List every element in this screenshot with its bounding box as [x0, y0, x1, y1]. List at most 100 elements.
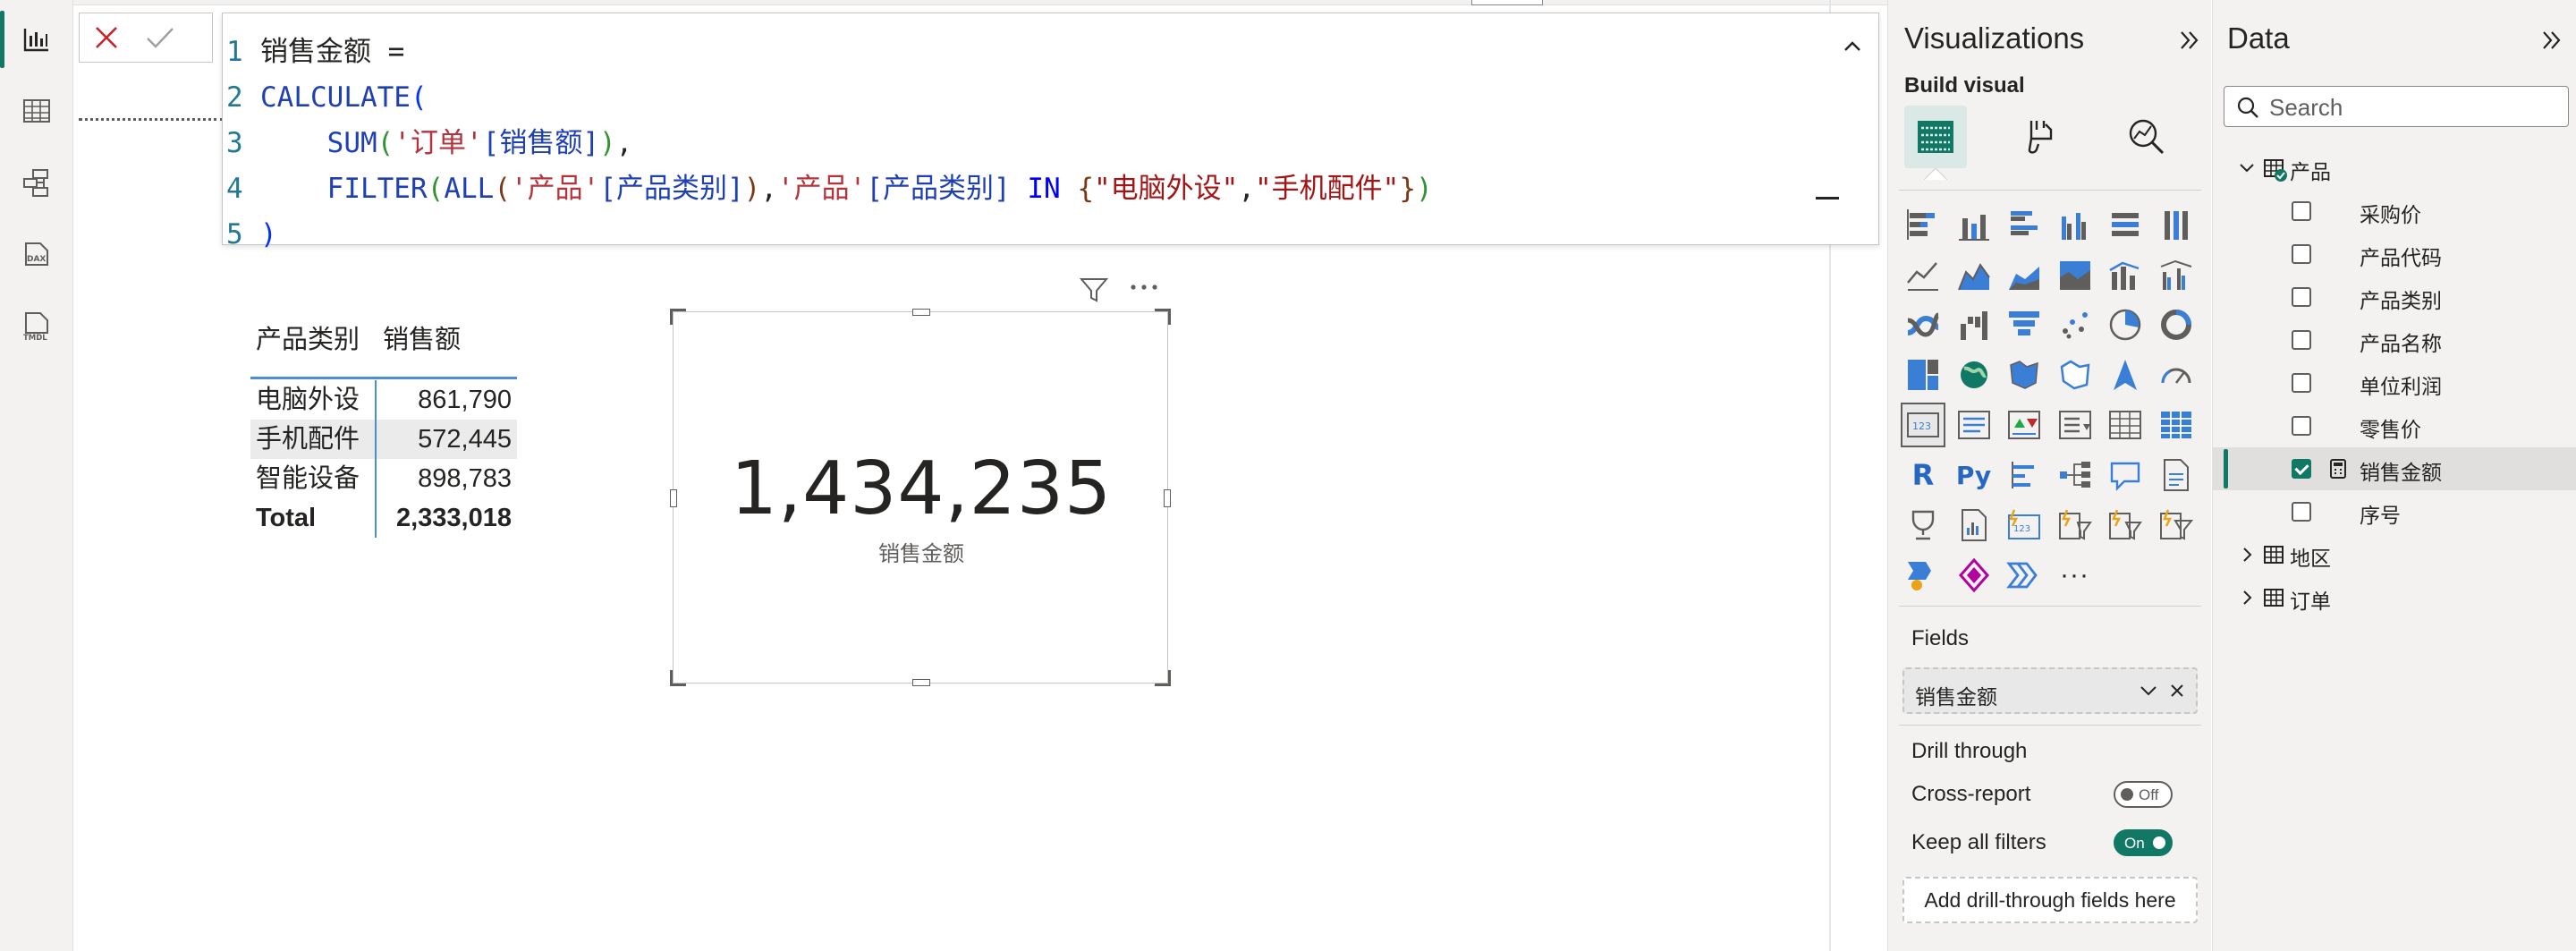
filled-map-icon[interactable] [2002, 352, 2046, 397]
python-visual-icon[interactable]: Py [1952, 453, 1996, 497]
resize-handle-corner[interactable] [670, 309, 686, 325]
format-visual-tab[interactable] [2009, 106, 2072, 168]
search-input[interactable] [2269, 92, 2555, 123]
formula-line[interactable]: 3 SUM('订单'[销售额]), [223, 121, 632, 166]
field-item[interactable]: 零售价 [2213, 404, 2576, 447]
formula-line[interactable]: 5) [223, 212, 277, 257]
slicer-button-icon[interactable] [2103, 503, 2148, 548]
chevron-right-icon[interactable] [2238, 589, 2256, 607]
stacked-bar-chart-icon[interactable] [1901, 202, 1945, 247]
azure-map-icon[interactable] [2103, 352, 2148, 397]
table-icon[interactable] [2103, 403, 2148, 447]
remove-field-icon[interactable] [2169, 683, 2185, 699]
r-visual-icon[interactable]: R [1901, 453, 1945, 497]
report-view-icon[interactable] [0, 4, 73, 75]
card-new-icon[interactable]: 123 [2002, 503, 2046, 548]
power-apps-icon[interactable] [1952, 553, 1996, 598]
table-header-category[interactable]: 产品类别 [256, 318, 360, 362]
slicer-icon[interactable] [2053, 403, 2097, 447]
field-item[interactable]: 产品代码 [2213, 233, 2576, 276]
field-checkbox[interactable] [2292, 244, 2311, 264]
kpi-icon[interactable] [2002, 403, 2046, 447]
formula-line[interactable]: 2 CALCULATE( [223, 75, 428, 120]
clustered-column-chart-icon[interactable] [2053, 202, 2097, 247]
funnel-chart-icon[interactable] [2002, 302, 2046, 347]
collapse-formula-icon[interactable] [1839, 33, 1866, 60]
smart-narrative-icon[interactable] [1952, 503, 1996, 548]
key-influencers-icon[interactable] [2002, 453, 2046, 497]
qna-icon[interactable] [2103, 453, 2148, 497]
search-box[interactable] [2224, 86, 2569, 127]
line-chart-icon[interactable] [1901, 252, 1945, 297]
treemap-icon[interactable] [1901, 352, 1945, 397]
100-stacked-area-chart-icon[interactable] [2053, 252, 2097, 297]
horizontal-scroll-thumb[interactable] [1471, 0, 1543, 5]
more-options-icon[interactable] [1129, 283, 1159, 292]
field-item[interactable]: 产品名称 [2213, 318, 2576, 361]
resize-handle-corner[interactable] [1155, 670, 1171, 686]
table-node[interactable]: 订单 [2213, 576, 2576, 619]
more-visuals-icon[interactable]: ··· [2053, 553, 2097, 598]
fields-well[interactable]: 销售金额 [1902, 667, 2198, 714]
cancel-formula-icon[interactable] [80, 13, 133, 62]
decomposition-tree-icon[interactable] [2053, 453, 2097, 497]
ribbon-chart-icon[interactable] [1901, 302, 1945, 347]
100-stacked-column-chart-icon[interactable] [2154, 202, 2199, 247]
formula-minimize-icon[interactable] [1816, 197, 1839, 200]
gauge-icon[interactable] [2154, 352, 2199, 397]
table-row[interactable]: 手机配件 572,445 [250, 420, 517, 459]
line-and-clustered-column-chart-icon[interactable] [2154, 252, 2199, 297]
area-chart-icon[interactable] [1952, 252, 1996, 297]
formula-line[interactable]: 1 销售金额 = [223, 30, 421, 74]
cross-report-toggle[interactable]: Off [2114, 781, 2173, 808]
field-item[interactable]: 单位利润 [2213, 361, 2576, 404]
collapse-visualizations-icon[interactable] [2176, 27, 2203, 54]
stacked-area-chart-icon[interactable] [2002, 252, 2046, 297]
line-and-stacked-column-chart-icon[interactable] [2103, 252, 2148, 297]
dax-query-view-icon[interactable]: DAX [0, 218, 73, 290]
field-item[interactable]: 序号 [2213, 490, 2576, 533]
drill-through-well[interactable]: Add drill-through fields here [1902, 877, 2198, 923]
filter-icon[interactable] [1079, 276, 1109, 304]
donut-chart-icon[interactable] [2154, 302, 2199, 347]
field-item[interactable]: 销售金额 [2213, 447, 2576, 490]
field-checkbox[interactable] [2292, 502, 2311, 522]
commit-formula-icon[interactable] [133, 13, 187, 62]
field-checkbox[interactable] [2292, 416, 2311, 436]
formula-line[interactable]: 4 FILTER(ALL('产品'[产品类别]),'产品'[产品类别] IN {… [223, 166, 1433, 211]
multi-row-card-icon[interactable] [1952, 403, 1996, 447]
chevron-down-icon[interactable] [2139, 684, 2158, 698]
power-automate-icon[interactable] [1901, 553, 1945, 598]
scatter-chart-icon[interactable] [2053, 302, 2097, 347]
table-header-sales[interactable]: 销售额 [383, 318, 461, 362]
tmdl-view-icon[interactable]: TMDL [0, 290, 73, 361]
matrix-icon[interactable] [2154, 403, 2199, 447]
resize-handle-corner[interactable] [1155, 309, 1171, 325]
waterfall-chart-icon[interactable] [1952, 302, 1996, 347]
table-node[interactable]: 地区 [2213, 533, 2576, 576]
100-stacked-bar-chart-icon[interactable] [2103, 202, 2148, 247]
resize-handle-top[interactable] [912, 309, 930, 316]
field-checkbox[interactable] [2292, 330, 2311, 350]
narrative-icon[interactable] [2002, 553, 2046, 598]
table-row[interactable]: 智能设备 898,783 [250, 459, 517, 498]
table-visual[interactable]: 产品类别 销售额 电脑外设 861,790 手机配件 572,445 智能设备 … [250, 318, 528, 541]
table-view-icon[interactable] [0, 75, 73, 147]
table-row[interactable]: 电脑外设 861,790 [250, 380, 517, 420]
analytics-tab[interactable] [2115, 106, 2178, 168]
slicer-list-icon[interactable] [2154, 503, 2199, 548]
table-total-row[interactable]: Total 2,333,018 [250, 498, 517, 538]
metrics-icon[interactable] [1901, 503, 1945, 548]
resize-handle-corner[interactable] [670, 670, 686, 686]
clustered-bar-chart-icon[interactable] [2002, 202, 2046, 247]
chevron-right-icon[interactable] [2238, 546, 2256, 564]
dax-formula-editor[interactable]: 1 销售金额 = 2 CALCULATE(3 SUM('订单'[销售额]), 4 FI… [222, 13, 1879, 250]
field-checkbox[interactable] [2292, 373, 2311, 393]
model-view-icon[interactable] [0, 147, 73, 218]
chevron-down-icon[interactable] [2238, 159, 2256, 177]
paginated-report-icon[interactable] [2154, 453, 2199, 497]
field-checkbox[interactable] [2292, 459, 2311, 479]
slicer-new-icon[interactable] [2053, 503, 2097, 548]
map-icon[interactable] [1952, 352, 1996, 397]
stacked-column-chart-icon[interactable] [1952, 202, 1996, 247]
